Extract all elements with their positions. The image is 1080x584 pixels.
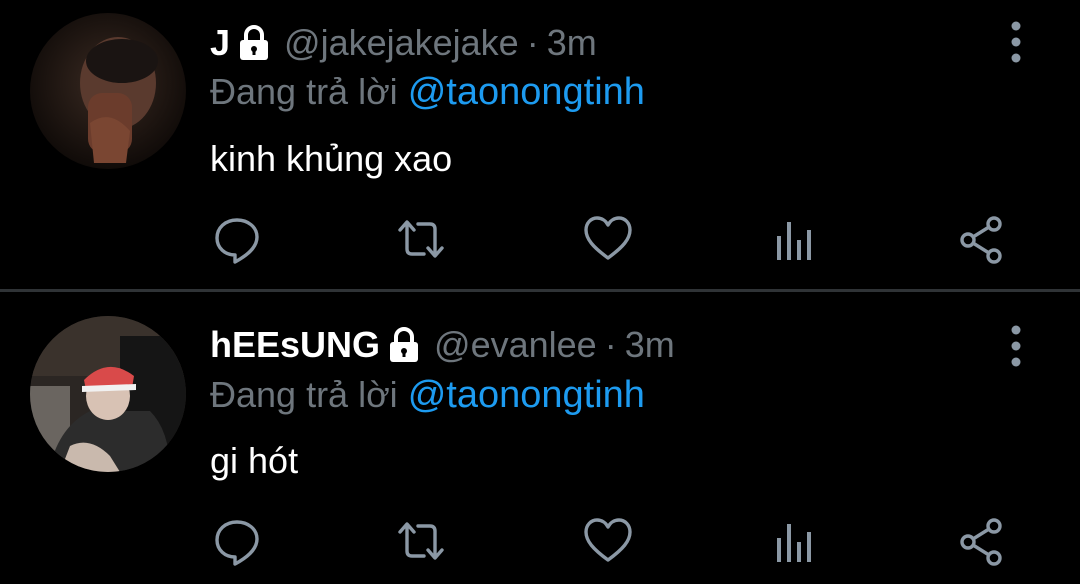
separator-dot: · [526, 22, 539, 63]
reply-mention-link[interactable]: @taonongtinh [408, 374, 645, 416]
separator-dot: · [604, 324, 617, 365]
reply-icon[interactable] [212, 214, 262, 264]
reply-icon[interactable] [212, 516, 262, 566]
tweet[interactable]: J @jakejakejake · 3m Đang trả lời @taono… [0, 0, 1080, 290]
reply-prefix: Đang trả lời [210, 374, 398, 415]
lock-icon [388, 327, 420, 363]
share-icon[interactable] [956, 214, 1006, 264]
tweet-text: kinh khủng xao [210, 138, 453, 179]
tweet-actions [0, 516, 1080, 572]
lock-icon [238, 25, 270, 61]
more-options-icon[interactable] [1004, 18, 1028, 66]
user-handle[interactable]: @jakejakejake [284, 22, 519, 64]
share-icon[interactable] [956, 516, 1006, 566]
retweet-icon[interactable] [396, 214, 446, 264]
timestamp[interactable]: 3m [547, 22, 597, 64]
more-options-icon[interactable] [1004, 322, 1028, 370]
reply-context: Đang trả lời @taonongtinh [210, 374, 645, 417]
reply-context: Đang trả lời @taonongtinh [210, 71, 645, 114]
like-icon[interactable] [583, 214, 633, 264]
tweet-header: J @jakejakejake · 3m [210, 18, 597, 68]
tweet-header: hEEsUNG @evanlee · 3m [210, 320, 675, 370]
analytics-icon[interactable] [771, 214, 821, 264]
reply-mention-link[interactable]: @taonongtinh [408, 71, 645, 113]
display-name[interactable]: hEEsUNG [210, 324, 380, 366]
timestamp[interactable]: 3m [625, 324, 675, 366]
tweet-text: gi hót [210, 440, 299, 481]
tweet-actions [0, 214, 1080, 270]
analytics-icon[interactable] [771, 516, 821, 566]
user-handle[interactable]: @evanlee [434, 324, 597, 366]
retweet-icon[interactable] [396, 516, 446, 566]
avatar[interactable] [30, 316, 186, 472]
display-name[interactable]: J [210, 22, 230, 64]
avatar[interactable] [30, 13, 186, 169]
tweet[interactable]: hEEsUNG @evanlee · 3m Đang trả lời @taon… [0, 292, 1080, 584]
like-icon[interactable] [583, 516, 633, 566]
reply-prefix: Đang trả lời [210, 71, 398, 112]
